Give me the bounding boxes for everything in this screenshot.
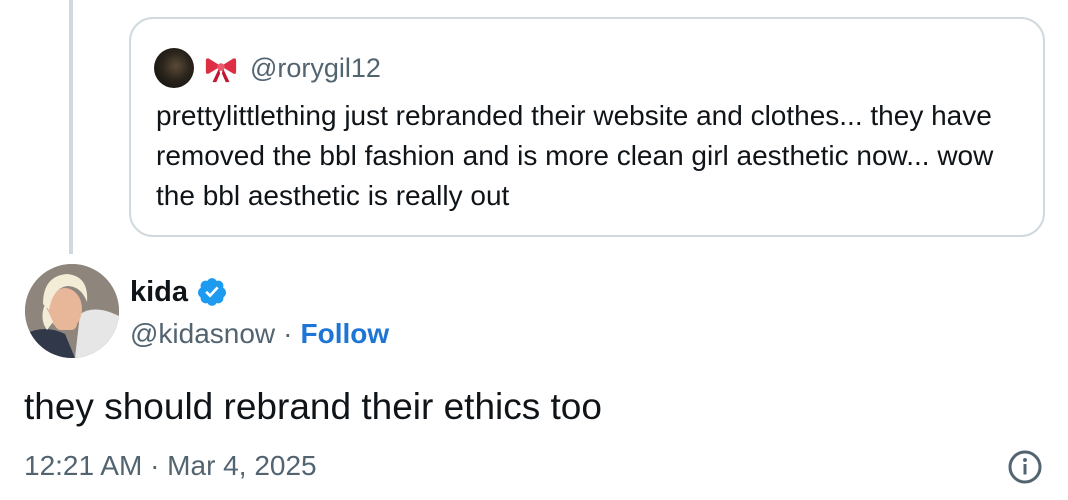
author-name-row: kida <box>130 272 228 312</box>
follow-button[interactable]: Follow <box>300 318 389 350</box>
tweet-text: they should rebrand their ethics too <box>24 386 602 427</box>
quoted-user-handle[interactable]: @rorygil12 <box>250 53 381 84</box>
quoted-tweet-header: @rorygil12 <box>154 48 381 88</box>
tweet-timestamp[interactable]: 12:21 AM · Mar 4, 2025 <box>24 450 317 482</box>
thread-connector-line <box>69 0 73 254</box>
red-bow-icon <box>205 58 237 83</box>
quoted-tweet-card[interactable]: @rorygil12 prettylittlething just rebran… <box>129 17 1045 237</box>
author-handle-row: @kidasnow · Follow <box>130 314 389 354</box>
separator-dot: · <box>283 318 293 349</box>
author-avatar[interactable] <box>25 264 119 358</box>
quoted-tweet-text: prettylittlething just rebranded their w… <box>156 100 994 211</box>
verified-badge-icon <box>198 278 227 306</box>
author-handle[interactable]: @kidasnow <box>130 318 275 350</box>
quoted-user-avatar[interactable] <box>154 48 194 88</box>
info-icon[interactable] <box>1007 449 1043 485</box>
author-display-name[interactable]: kida <box>130 276 188 309</box>
